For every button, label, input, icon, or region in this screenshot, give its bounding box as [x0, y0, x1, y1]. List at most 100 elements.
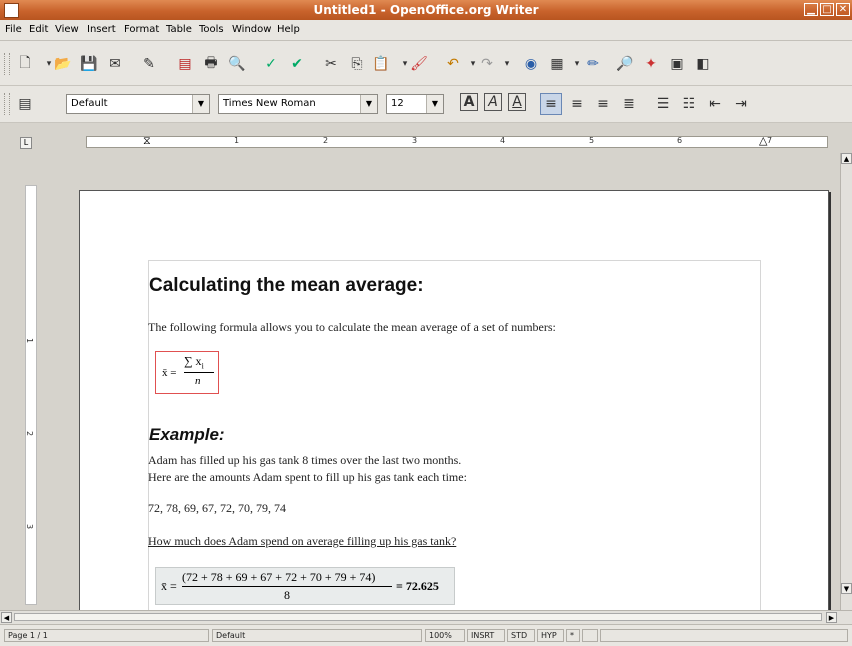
scroll-thumb[interactable] [14, 613, 822, 621]
toolbar-grip[interactable] [4, 53, 10, 75]
horizontal-scrollbar[interactable]: ◀ ▶ [0, 610, 852, 624]
menu-format[interactable]: Format [124, 24, 159, 35]
hyperlink-icon[interactable]: ◉ [520, 53, 542, 75]
font-name-value: Times New Roman [223, 98, 316, 109]
selection-mode-indicator[interactable]: STD [507, 629, 535, 642]
styles-formatting-icon[interactable]: ▤ [14, 93, 36, 115]
menu-insert[interactable]: Insert [87, 24, 116, 35]
print-icon[interactable]: 🖶 [200, 53, 222, 75]
scroll-up-icon[interactable]: ▲ [841, 153, 852, 164]
spellcheck-icon[interactable]: ✓ [260, 53, 282, 75]
tab-type-button[interactable]: L [20, 137, 32, 149]
formula-numerator: ∑ xi [184, 354, 204, 371]
menu-tools[interactable]: Tools [199, 24, 224, 35]
chevron-down-icon[interactable]: ▼ [426, 95, 443, 113]
page-style-indicator[interactable]: Default [212, 629, 422, 642]
bold-icon[interactable]: A [460, 93, 478, 111]
formatting-toolbar: ▤ Default ▼ Times New Roman ▼ 12 ▼ A A A… [0, 86, 852, 123]
show-draw-functions-icon[interactable]: ✏ [582, 53, 604, 75]
export-pdf-icon[interactable]: ▤ [174, 53, 196, 75]
hyperlink-mode-indicator[interactable]: HYP [537, 629, 564, 642]
insert-mode-indicator[interactable]: INSRT [467, 629, 505, 642]
right-indent-marker-icon[interactable]: △ [759, 134, 767, 147]
menu-view[interactable]: View [55, 24, 79, 35]
formula-lhs: x̄ = [161, 579, 177, 593]
bullets-icon[interactable]: ☷ [678, 93, 700, 115]
numbering-icon[interactable]: ☰ [652, 93, 674, 115]
navigator-icon[interactable]: ✦ [640, 53, 662, 75]
info-area [600, 629, 848, 642]
vertical-scrollbar[interactable]: ▲ ▼ [840, 153, 852, 610]
ruler-number: 1 [234, 136, 240, 145]
edit-file-icon[interactable]: ✎ [138, 53, 160, 75]
example-heading[interactable]: Example: [149, 425, 225, 445]
indent-marker-icon[interactable]: ⧖ [143, 134, 151, 148]
chevron-down-icon[interactable]: ▼ [360, 95, 377, 113]
question-paragraph[interactable]: How much does Adam spend on average fill… [148, 534, 456, 549]
format-paintbrush-icon[interactable]: 🖌 [408, 53, 430, 75]
save-icon[interactable]: 💾 [78, 53, 100, 75]
ruler-number: 2 [323, 136, 329, 145]
formula-lhs: x̄ = [162, 367, 177, 379]
scroll-down-icon[interactable]: ▼ [841, 583, 852, 594]
justify-icon[interactable]: ≣ [618, 93, 640, 115]
gallery-icon[interactable]: ▣ [666, 53, 688, 75]
decrease-indent-icon[interactable]: ⇤ [704, 93, 726, 115]
ruler-number: 7 [767, 136, 773, 145]
page-indicator[interactable]: Page 1 / 1 [4, 629, 209, 642]
calculation-formula-object[interactable]: x̄ = (72 + 78 + 69 + 67 + 72 + 70 + 79 +… [155, 567, 455, 605]
ruler-number: 3 [25, 523, 35, 530]
align-right-icon[interactable]: ≡ [592, 93, 614, 115]
paste-icon[interactable]: 📋 [370, 53, 392, 75]
font-name-select[interactable]: Times New Roman ▼ [218, 94, 378, 114]
example-line-2[interactable]: Here are the amounts Adam spent to fill … [148, 470, 467, 485]
horizontal-ruler[interactable]: ⧖ 1 2 3 4 5 6 7 △ [86, 134, 828, 148]
ruler-number: 4 [500, 136, 506, 145]
redo-dropdown-icon[interactable]: ▾ [496, 53, 518, 75]
scroll-left-icon[interactable]: ◀ [1, 612, 12, 623]
undo-icon[interactable]: ↶ [442, 53, 464, 75]
vertical-ruler[interactable]: 1 2 3 [25, 185, 37, 605]
table-icon[interactable]: ▦ [546, 53, 568, 75]
align-center-icon[interactable]: ≡ [566, 93, 588, 115]
italic-icon[interactable]: A [484, 93, 502, 111]
example-line-1[interactable]: Adam has filled up his gas tank 8 times … [148, 453, 461, 468]
page-preview-icon[interactable]: 🔍 [226, 53, 248, 75]
underline-icon[interactable]: A [508, 93, 526, 111]
modified-indicator: * [566, 629, 580, 642]
align-left-icon[interactable]: ≡ [540, 93, 562, 115]
scroll-right-icon[interactable]: ▶ [826, 612, 837, 623]
values-paragraph[interactable]: 72, 78, 69, 67, 72, 70, 79, 74 [148, 501, 286, 516]
email-icon[interactable]: ✉ [104, 53, 126, 75]
new-document-icon[interactable]: 🗋 [14, 53, 36, 75]
digital-signature-indicator[interactable] [582, 629, 598, 642]
intro-paragraph[interactable]: The following formula allows you to calc… [148, 320, 556, 335]
minimize-button[interactable]: ▁ [804, 3, 818, 16]
menu-table[interactable]: Table [166, 24, 192, 35]
font-size-select[interactable]: 12 ▼ [386, 94, 444, 114]
zoom-indicator[interactable]: 100% [425, 629, 465, 642]
ruler-number: 3 [412, 136, 418, 145]
window-title: Untitled1 - OpenOffice.org Writer [313, 3, 539, 17]
autospellcheck-icon[interactable]: ✔ [286, 53, 308, 75]
close-button[interactable]: ✕ [836, 3, 850, 16]
toolbar-grip[interactable] [4, 93, 10, 115]
maximize-button[interactable]: □ [820, 3, 834, 16]
menu-help[interactable]: Help [277, 24, 300, 35]
data-sources-icon[interactable]: ◧ [692, 53, 714, 75]
find-replace-icon[interactable]: 🔎 [614, 53, 636, 75]
menu-file[interactable]: File [5, 24, 22, 35]
open-folder-icon[interactable]: 📂 [52, 53, 74, 75]
paragraph-style-select[interactable]: Default ▼ [66, 94, 210, 114]
increase-indent-icon[interactable]: ⇥ [730, 93, 752, 115]
ruler-row: L ⧖ 1 2 3 4 5 6 7 △ [0, 123, 852, 153]
chevron-down-icon[interactable]: ▼ [192, 95, 209, 113]
copy-icon[interactable]: ⎘ [346, 53, 368, 75]
mean-formula-object[interactable]: x̄ = ∑ xi n [155, 351, 219, 394]
redo-icon[interactable]: ↷ [476, 53, 498, 75]
menu-window[interactable]: Window [232, 24, 271, 35]
document-heading[interactable]: Calculating the mean average: [149, 275, 424, 297]
menu-edit[interactable]: Edit [29, 24, 48, 35]
cut-icon[interactable]: ✂ [320, 53, 342, 75]
formula-result: = 72.625 [396, 579, 439, 593]
